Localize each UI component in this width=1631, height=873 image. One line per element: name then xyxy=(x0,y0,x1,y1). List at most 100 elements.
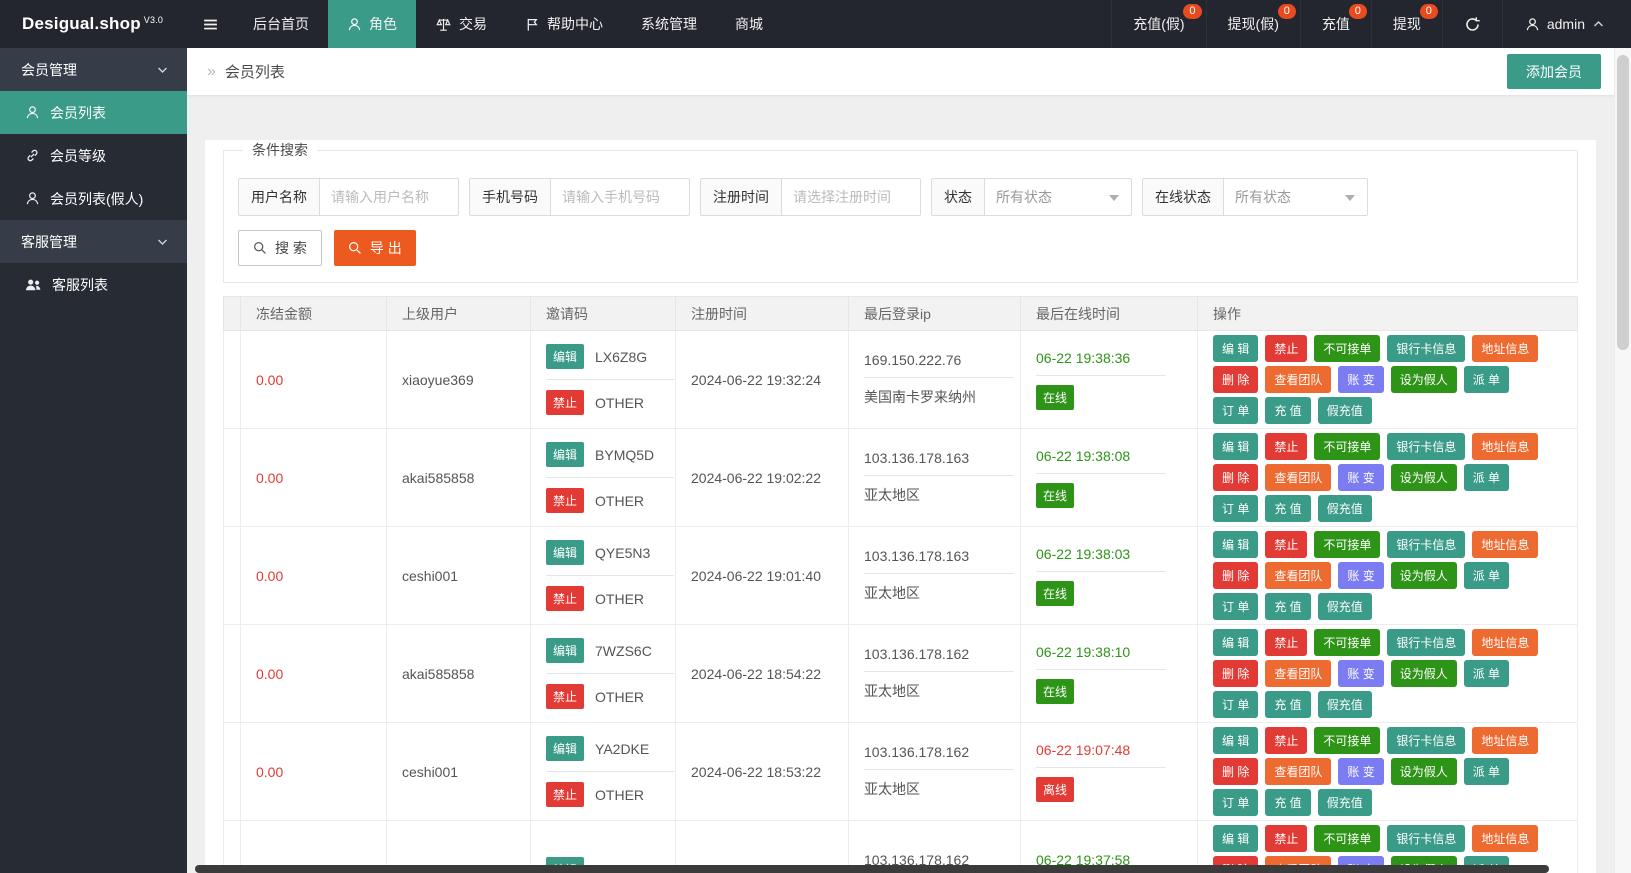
refresh-button[interactable] xyxy=(1442,0,1502,48)
action-button-address-info[interactable]: 地址信息 xyxy=(1472,335,1538,362)
nav-item-dashboard[interactable]: 后台首页 xyxy=(234,0,328,48)
action-button-bank-card-info[interactable]: 银行卡信息 xyxy=(1387,825,1465,852)
sidebar-item-member-list-fake[interactable]: 会员列表(假人) xyxy=(0,177,187,220)
action-button-recharge[interactable]: 充 值 xyxy=(1265,397,1310,424)
collapse-menu-button[interactable] xyxy=(187,0,234,48)
vertical-scrollbar-thumb[interactable] xyxy=(1617,55,1629,350)
ban-badge-button[interactable]: 禁止 xyxy=(546,390,584,415)
action-button-edit[interactable]: 编 辑 xyxy=(1213,335,1258,362)
action-button-view-team[interactable]: 查看团队 xyxy=(1265,758,1331,785)
action-button-delete[interactable]: 删 除 xyxy=(1213,464,1258,491)
recharge-fake-button[interactable]: 充值(假) 0 xyxy=(1111,0,1205,48)
action-button-address-info[interactable]: 地址信息 xyxy=(1472,433,1538,460)
sidebar-group-member-management[interactable]: 会员管理 xyxy=(0,48,187,91)
action-button-balance-change[interactable]: 账 变 xyxy=(1338,366,1383,393)
action-button-set-fake[interactable]: 设为假人 xyxy=(1391,464,1457,491)
action-button-edit[interactable]: 编 辑 xyxy=(1213,433,1258,460)
action-button-delete[interactable]: 删 除 xyxy=(1213,366,1258,393)
online-status-select[interactable]: 所有状态 xyxy=(1224,179,1367,215)
action-button-set-fake[interactable]: 设为假人 xyxy=(1391,758,1457,785)
action-button-recharge[interactable]: 充 值 xyxy=(1265,495,1310,522)
action-button-delete[interactable]: 删 除 xyxy=(1213,758,1258,785)
action-button-address-info[interactable]: 地址信息 xyxy=(1472,629,1538,656)
action-button-orders[interactable]: 订 单 xyxy=(1213,495,1258,522)
search-button[interactable]: 搜 索 xyxy=(238,230,322,266)
action-button-orders[interactable]: 订 单 xyxy=(1213,397,1258,424)
nav-item-mall[interactable]: 商城 xyxy=(716,0,782,48)
ban-badge-button[interactable]: 禁止 xyxy=(546,586,584,611)
action-button-address-info[interactable]: 地址信息 xyxy=(1472,825,1538,852)
action-button-no-order[interactable]: 不可接单 xyxy=(1314,825,1380,852)
action-button-address-info[interactable]: 地址信息 xyxy=(1472,531,1538,558)
action-button-no-order[interactable]: 不可接单 xyxy=(1314,335,1380,362)
sidebar-item-service-list[interactable]: 客服列表 xyxy=(0,263,187,306)
action-button-bank-card-info[interactable]: 银行卡信息 xyxy=(1387,335,1465,362)
edit-badge-button[interactable]: 编辑 xyxy=(546,638,584,663)
nav-item-help-center[interactable]: 帮助中心 xyxy=(506,0,622,48)
action-button-no-order[interactable]: 不可接单 xyxy=(1314,531,1380,558)
ban-badge-button[interactable]: 禁止 xyxy=(546,684,584,709)
action-button-ban[interactable]: 禁止 xyxy=(1265,531,1307,558)
action-button-balance-change[interactable]: 账 变 xyxy=(1338,758,1383,785)
action-button-dispatch[interactable]: 派 单 xyxy=(1464,562,1509,589)
action-button-ban[interactable]: 禁止 xyxy=(1265,433,1307,460)
action-button-dispatch[interactable]: 派 单 xyxy=(1464,660,1509,687)
action-button-set-fake[interactable]: 设为假人 xyxy=(1391,660,1457,687)
status-select[interactable]: 所有状态 xyxy=(985,179,1131,215)
action-button-fake-recharge[interactable]: 假充值 xyxy=(1318,495,1372,522)
action-button-ban[interactable]: 禁止 xyxy=(1265,335,1307,362)
register-time-input[interactable] xyxy=(782,179,920,215)
edit-badge-button[interactable]: 编辑 xyxy=(546,442,584,467)
admin-menu[interactable]: admin xyxy=(1502,0,1631,48)
action-button-no-order[interactable]: 不可接单 xyxy=(1314,629,1380,656)
export-button[interactable]: 导 出 xyxy=(334,230,416,266)
ban-badge-button[interactable]: 禁止 xyxy=(546,488,584,513)
action-button-fake-recharge[interactable]: 假充值 xyxy=(1318,397,1372,424)
action-button-bank-card-info[interactable]: 银行卡信息 xyxy=(1387,433,1465,460)
recharge-button[interactable]: 充值 0 xyxy=(1300,0,1371,48)
action-button-edit[interactable]: 编 辑 xyxy=(1213,629,1258,656)
action-button-delete[interactable]: 删 除 xyxy=(1213,660,1258,687)
vertical-scrollbar[interactable] xyxy=(1614,48,1631,873)
action-button-view-team[interactable]: 查看团队 xyxy=(1265,660,1331,687)
action-button-set-fake[interactable]: 设为假人 xyxy=(1391,366,1457,393)
withdraw-button[interactable]: 提现 0 xyxy=(1371,0,1442,48)
edit-badge-button[interactable]: 编辑 xyxy=(546,344,584,369)
edit-badge-button[interactable]: 编辑 xyxy=(546,540,584,565)
action-button-bank-card-info[interactable]: 银行卡信息 xyxy=(1387,531,1465,558)
action-button-bank-card-info[interactable]: 银行卡信息 xyxy=(1387,727,1465,754)
username-input[interactable] xyxy=(320,179,458,215)
phone-input[interactable] xyxy=(551,179,689,215)
action-button-no-order[interactable]: 不可接单 xyxy=(1314,433,1380,460)
action-button-recharge[interactable]: 充 值 xyxy=(1265,691,1310,718)
withdraw-fake-button[interactable]: 提现(假) 0 xyxy=(1206,0,1300,48)
add-member-button[interactable]: 添加会员 xyxy=(1507,54,1601,89)
action-button-balance-change[interactable]: 账 变 xyxy=(1338,464,1383,491)
action-button-set-fake[interactable]: 设为假人 xyxy=(1391,562,1457,589)
action-button-ban[interactable]: 禁止 xyxy=(1265,825,1307,852)
action-button-view-team[interactable]: 查看团队 xyxy=(1265,464,1331,491)
action-button-balance-change[interactable]: 账 变 xyxy=(1338,660,1383,687)
action-button-bank-card-info[interactable]: 银行卡信息 xyxy=(1387,629,1465,656)
sidebar-item-member-list[interactable]: 会员列表 xyxy=(0,91,187,134)
action-button-balance-change[interactable]: 账 变 xyxy=(1338,562,1383,589)
horizontal-scrollbar-thumb[interactable] xyxy=(195,865,1549,873)
action-button-edit[interactable]: 编 辑 xyxy=(1213,825,1258,852)
action-button-edit[interactable]: 编 辑 xyxy=(1213,727,1258,754)
sidebar-group-service-management[interactable]: 客服管理 xyxy=(0,220,187,263)
action-button-delete[interactable]: 删 除 xyxy=(1213,562,1258,589)
action-button-ban[interactable]: 禁止 xyxy=(1265,727,1307,754)
action-button-dispatch[interactable]: 派 单 xyxy=(1464,366,1509,393)
action-button-recharge[interactable]: 充 值 xyxy=(1265,593,1310,620)
action-button-orders[interactable]: 订 单 xyxy=(1213,593,1258,620)
action-button-fake-recharge[interactable]: 假充值 xyxy=(1318,593,1372,620)
ban-badge-button[interactable]: 禁止 xyxy=(546,782,584,807)
action-button-fake-recharge[interactable]: 假充值 xyxy=(1318,691,1372,718)
action-button-view-team[interactable]: 查看团队 xyxy=(1265,562,1331,589)
action-button-dispatch[interactable]: 派 单 xyxy=(1464,464,1509,491)
action-button-recharge[interactable]: 充 值 xyxy=(1265,789,1310,816)
action-button-dispatch[interactable]: 派 单 xyxy=(1464,758,1509,785)
action-button-orders[interactable]: 订 单 xyxy=(1213,789,1258,816)
sidebar-item-member-level[interactable]: 会员等级 xyxy=(0,134,187,177)
action-button-ban[interactable]: 禁止 xyxy=(1265,629,1307,656)
